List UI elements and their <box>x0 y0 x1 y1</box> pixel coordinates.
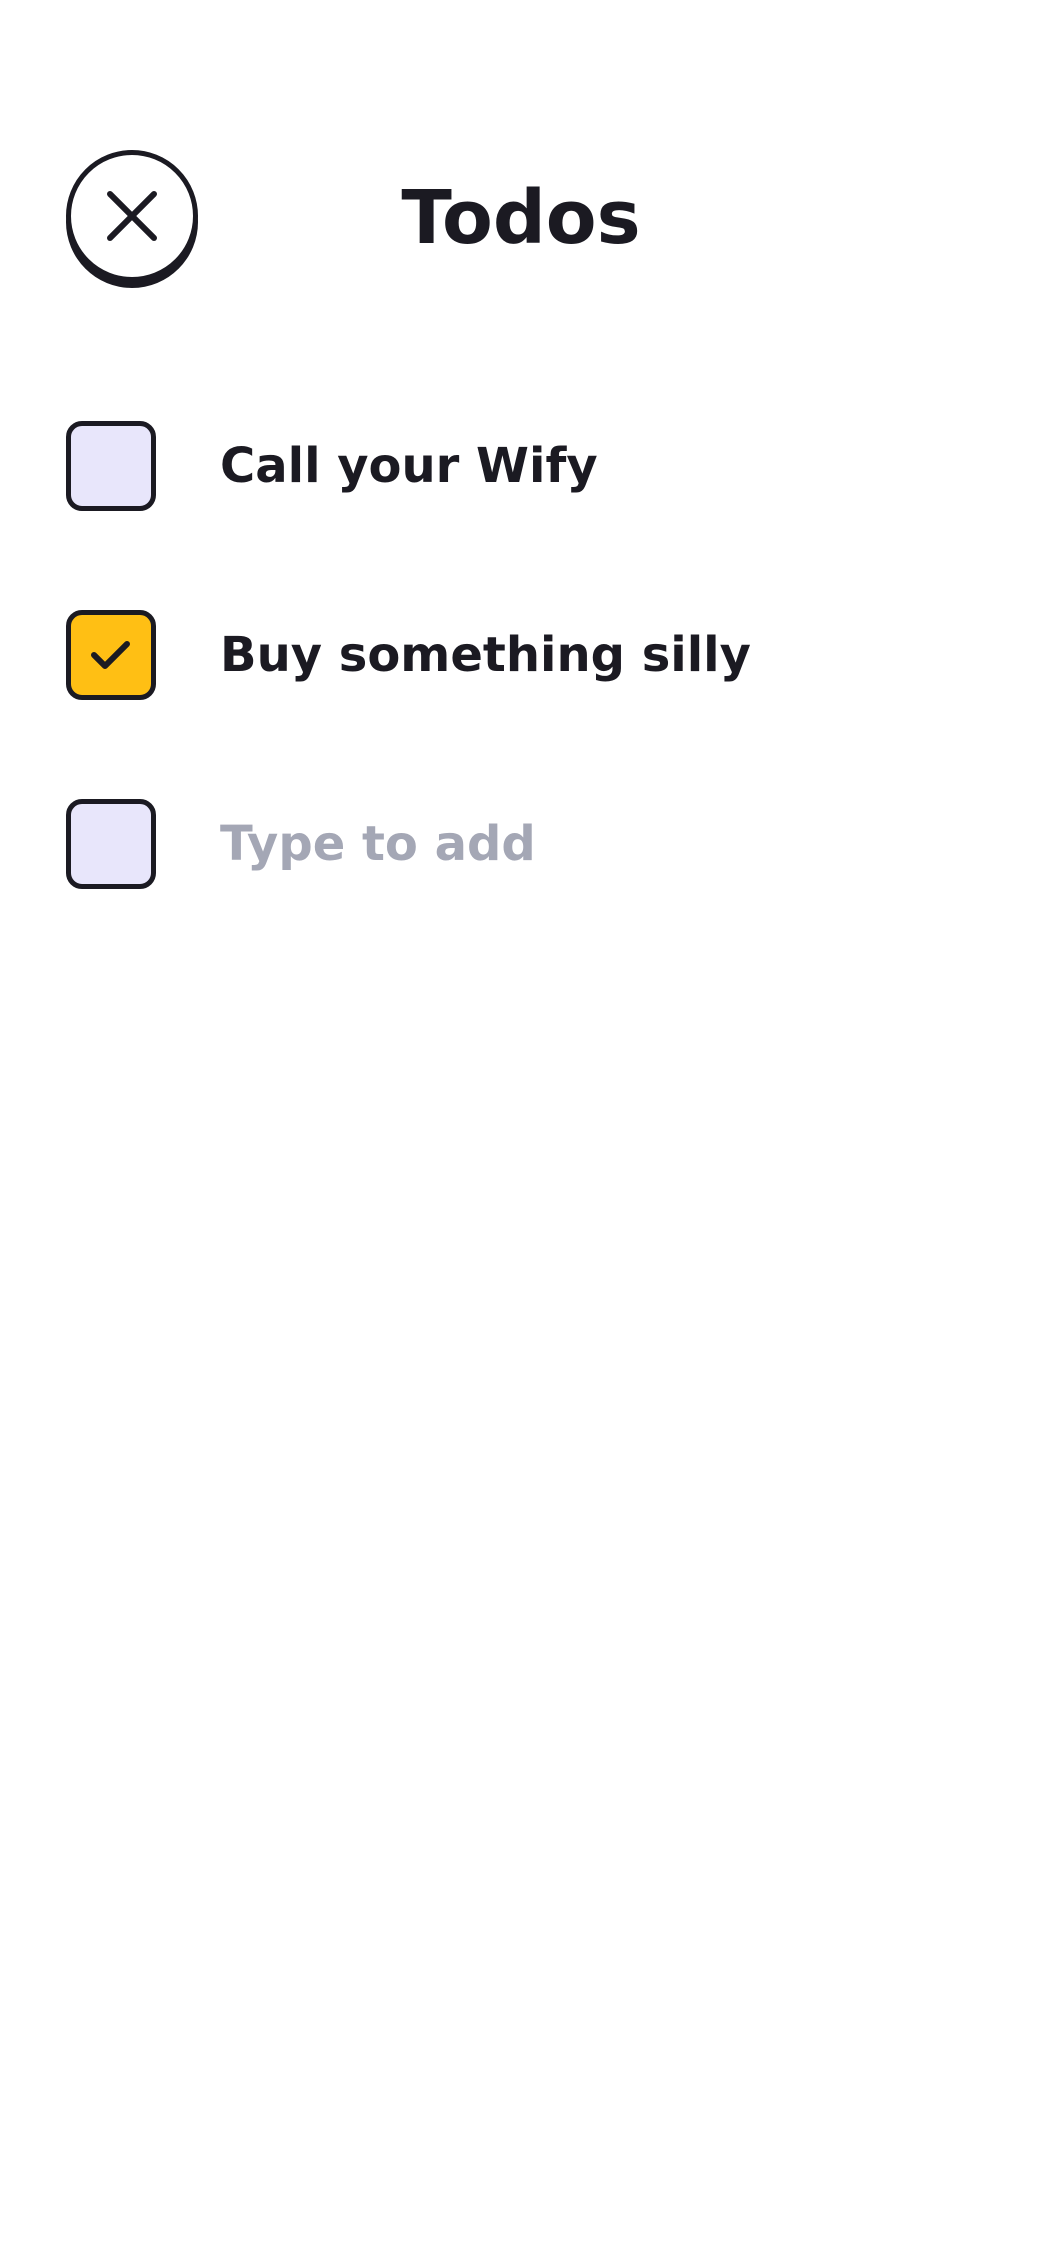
page-title: Todos <box>401 175 641 261</box>
todo-checkbox-checked[interactable] <box>66 610 156 700</box>
todo-label: Call your Wify <box>220 438 598 494</box>
new-todo-row <box>66 799 966 889</box>
todo-checkbox[interactable] <box>66 421 156 511</box>
checkmark-icon <box>91 641 130 669</box>
todo-item[interactable]: Buy something silly <box>66 610 966 700</box>
todo-item[interactable]: Call your Wify <box>66 421 966 511</box>
new-todo-checkbox[interactable] <box>66 799 156 889</box>
todo-label: Buy something silly <box>220 627 751 683</box>
new-todo-input[interactable] <box>220 799 920 889</box>
header: Todos <box>0 0 1042 300</box>
